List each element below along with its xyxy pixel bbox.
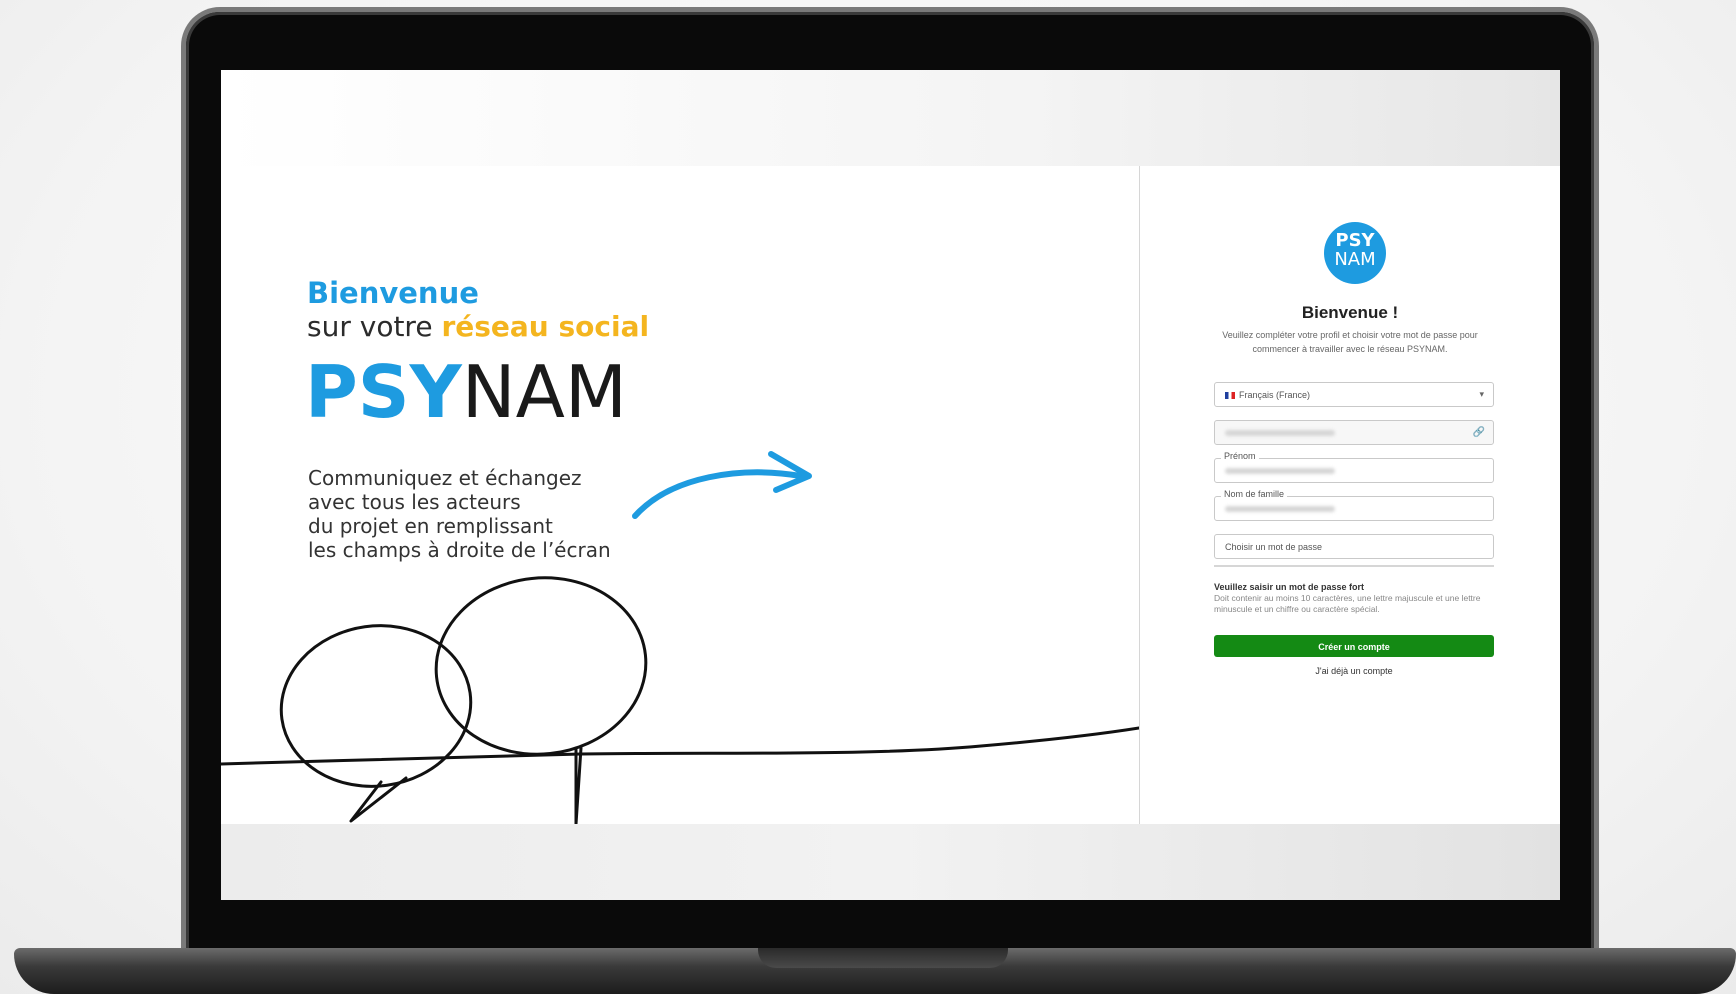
hero-title: Bienvenue — [307, 276, 479, 310]
password-hint-text: Doit contenir au moins 10 caractères, un… — [1214, 593, 1481, 614]
lastname-label: Nom de famille — [1221, 489, 1288, 499]
tagline-line: du projet en remplissant — [308, 514, 553, 538]
firstname-value-blurred — [1225, 468, 1335, 474]
create-account-button[interactable]: Créer un compte — [1214, 635, 1494, 657]
tagline-line: avec tous les acteurs — [308, 490, 521, 514]
screen-top-band — [221, 70, 1560, 166]
have-account-link[interactable]: J'ai déjà un compte — [1140, 666, 1560, 676]
brand-nam: NAM — [461, 350, 627, 434]
welcome-panel: Bienvenue sur votre réseau social PSYNAM… — [221, 166, 1139, 824]
arrow-illustration — [632, 451, 812, 519]
signup-panel: PSY NAM Bienvenue ! Veuillez compléter v… — [1140, 166, 1560, 824]
france-flag-icon — [1225, 392, 1235, 400]
email-value-blurred — [1225, 430, 1335, 436]
chevron-down-icon: ▾ — [1479, 389, 1484, 399]
tagline: Communiquez et échangez avec tous les ac… — [308, 466, 638, 562]
logo-line1: PSY — [1335, 230, 1375, 251]
brand-wordmark: PSYNAM — [305, 352, 627, 432]
laptop-screen: Bienvenue sur votre réseau social PSYNAM… — [221, 70, 1560, 900]
speech-bubbles-illustration — [221, 576, 1139, 824]
form-subtitle: Veuillez compléter votre profil et chois… — [1222, 330, 1478, 354]
language-value: Français (France) — [1239, 390, 1311, 400]
language-value-wrap: Français (France) — [1225, 390, 1310, 400]
language-select[interactable]: Français (France) ▾ — [1214, 382, 1494, 407]
form-title: Bienvenue ! — [1301, 303, 1399, 322]
firstname-label: Prénom — [1221, 451, 1259, 461]
firstname-field[interactable]: Prénom — [1214, 451, 1494, 483]
brand-psy: PSY — [305, 350, 462, 434]
hero-subtitle-prefix: sur votre — [307, 310, 442, 343]
link-icon: 🔗 — [1472, 427, 1485, 438]
logo-line2: NAM — [1334, 249, 1376, 270]
laptop-notch — [758, 948, 1008, 968]
hero-subtitle: sur votre réseau social — [307, 310, 649, 343]
hero-subtitle-accent: réseau social — [441, 310, 650, 343]
email-field[interactable]: 🔗 — [1214, 420, 1494, 445]
tagline-line: Communiquez et échangez — [308, 466, 582, 490]
screen-bottom-band — [221, 824, 1560, 900]
password-hint-title: Veuillez saisir un mot de passe fort — [1214, 582, 1365, 592]
lastname-value-blurred — [1225, 506, 1335, 512]
password-field[interactable]: Choisir un mot de passe — [1214, 534, 1494, 559]
lastname-field[interactable]: Nom de famille — [1214, 489, 1494, 521]
password-placeholder: Choisir un mot de passe — [1225, 542, 1323, 552]
psynam-logo: PSY NAM — [1324, 222, 1386, 284]
password-strength-bar — [1214, 565, 1494, 567]
